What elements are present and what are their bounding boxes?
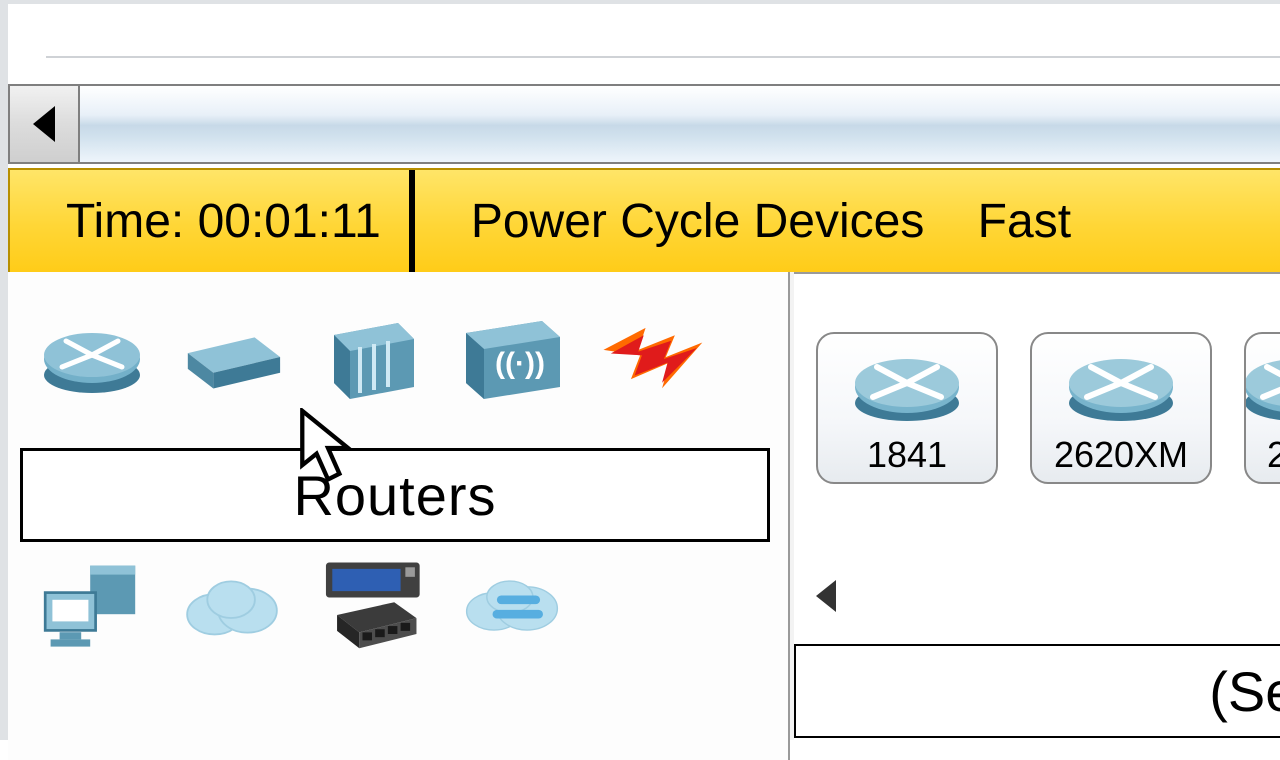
device-select-hint-text: (Sele — [1209, 659, 1280, 724]
switches-category[interactable] — [178, 314, 286, 404]
device-label: 262 — [1267, 434, 1280, 476]
wan-emulation-category[interactable] — [178, 562, 286, 652]
router-2621xm-partial[interactable]: 262 — [1244, 332, 1280, 484]
device-chooser: ((·)) Routers — [8, 272, 1280, 740]
category-row-1: ((·)) — [38, 314, 706, 404]
device-gallery: 1841 2620XM — [794, 272, 1280, 760]
connections-category[interactable] — [598, 314, 706, 404]
realtime-status-bar: Time: 00:01:11 Power Cycle Devices Fast — [8, 168, 1280, 274]
hub-icon — [326, 315, 418, 403]
timeline-scroll-track[interactable] — [80, 86, 1280, 162]
custom-devices-category[interactable] — [318, 562, 426, 652]
device-category-palette: ((·)) Routers — [8, 272, 790, 760]
router-icon — [1061, 344, 1181, 430]
time-value: 00:01:11 — [198, 195, 381, 248]
device-label: 1841 — [867, 434, 947, 476]
selected-category-label: Routers — [20, 448, 770, 542]
status-actions: Power Cycle Devices Fast — [415, 194, 1071, 249]
fast-forward-button[interactable]: Fast — [978, 195, 1071, 248]
router-1841[interactable]: 1841 — [816, 332, 998, 484]
wireless-icon: ((·)) — [460, 315, 564, 403]
selected-category-text: Routers — [293, 463, 496, 528]
end-devices-icon — [38, 555, 146, 659]
time-prefix: Time: — [66, 195, 198, 248]
power-cycle-devices-button[interactable]: Power Cycle Devices — [471, 195, 924, 248]
switch-icon — [178, 323, 286, 395]
gallery-scroll-left-button[interactable] — [816, 580, 836, 612]
router-2620xm[interactable]: 2620XM — [1030, 332, 1212, 484]
device-gallery-row: 1841 2620XM — [816, 332, 1280, 484]
category-row-2 — [38, 562, 566, 652]
router-icon — [38, 321, 146, 397]
simulation-time: Time: 00:01:11 — [10, 194, 409, 249]
multiuser-cloud-category[interactable] — [458, 562, 566, 652]
device-select-hint: (Sele — [794, 644, 1280, 738]
multiuser-cloud-icon — [458, 557, 566, 657]
wireless-category[interactable]: ((·)) — [458, 314, 566, 404]
device-label: 2620XM — [1054, 434, 1188, 476]
custom-devices-icon — [318, 543, 426, 671]
chevron-left-icon — [33, 106, 55, 142]
window-border-left — [0, 0, 8, 740]
lightning-icon — [598, 319, 706, 399]
end-devices-category[interactable] — [38, 562, 146, 652]
window-border-top — [0, 0, 1280, 4]
timeline-scrollbar — [8, 84, 1280, 164]
router-icon — [847, 344, 967, 430]
svg-text:((·)): ((·)) — [495, 347, 545, 380]
toolbar-separator — [46, 56, 1280, 58]
hubs-category[interactable] — [318, 314, 426, 404]
cloud-icon — [178, 565, 286, 649]
router-icon — [1244, 344, 1280, 430]
timeline-scroll-left-button[interactable] — [10, 86, 80, 162]
routers-category[interactable] — [38, 314, 146, 404]
